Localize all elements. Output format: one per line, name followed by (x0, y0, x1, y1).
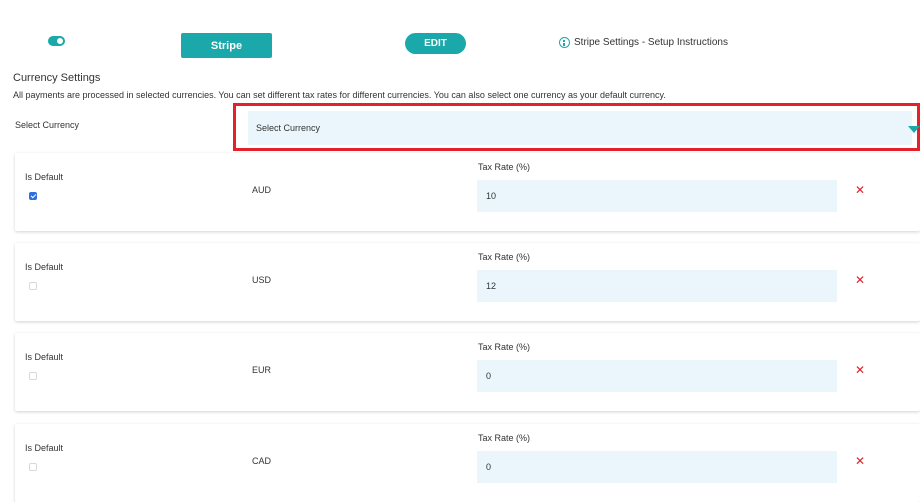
tax-rate-label: Tax Rate (%) (478, 342, 531, 352)
select-currency-label: Select Currency (15, 120, 80, 130)
currency-code: CAD (252, 456, 272, 466)
select-currency-highlight: Select Currency (233, 103, 920, 151)
remove-currency-icon[interactable]: ✕ (855, 363, 865, 377)
section-title: Currency Settings (13, 72, 101, 84)
setup-instructions-label: Stripe Settings - Setup Instructions (574, 37, 728, 48)
currency-row: Is Default USD Tax Rate (%) ✕ (15, 243, 920, 321)
chevron-down-icon (908, 126, 920, 133)
remove-currency-icon[interactable]: ✕ (855, 454, 865, 468)
is-default-checkbox[interactable] (29, 282, 37, 290)
tax-rate-label: Tax Rate (%) (478, 162, 531, 172)
edit-button[interactable]: EDIT (405, 33, 466, 54)
select-currency-dropdown[interactable]: Select Currency (248, 111, 920, 145)
remove-currency-icon[interactable]: ✕ (855, 183, 865, 197)
setup-instructions-link[interactable]: Stripe Settings - Setup Instructions (559, 37, 728, 48)
enable-toggle[interactable] (48, 36, 65, 46)
is-default-label: Is Default (25, 443, 64, 453)
tax-rate-label: Tax Rate (%) (478, 252, 531, 262)
is-default-label: Is Default (25, 262, 64, 272)
is-default-label: Is Default (25, 352, 64, 362)
tax-rate-input[interactable] (477, 360, 837, 392)
tax-rate-input[interactable] (477, 270, 837, 302)
remove-currency-icon[interactable]: ✕ (855, 273, 865, 287)
stripe-button[interactable]: Stripe (181, 33, 272, 58)
tax-rate-label: Tax Rate (%) (478, 433, 531, 443)
currency-code: AUD (252, 185, 272, 195)
is-default-checkbox[interactable] (29, 372, 37, 380)
currency-row: Is Default CAD Tax Rate (%) ✕ (15, 424, 920, 502)
tax-rate-input[interactable] (477, 451, 837, 483)
select-currency-value: Select Currency (256, 123, 321, 133)
currency-code: USD (252, 275, 272, 285)
currency-code: EUR (252, 365, 272, 375)
is-default-checkbox[interactable] (29, 463, 37, 471)
currency-row: Is Default EUR Tax Rate (%) ✕ (15, 333, 920, 411)
tax-rate-input[interactable] (477, 180, 837, 212)
is-default-label: Is Default (25, 172, 64, 182)
info-icon (559, 37, 570, 48)
toggle-knob (57, 38, 63, 44)
section-description: All payments are processed in selected c… (13, 90, 666, 100)
is-default-checkbox[interactable] (29, 192, 37, 200)
currency-row: Is Default AUD Tax Rate (%) ✕ (15, 153, 920, 231)
